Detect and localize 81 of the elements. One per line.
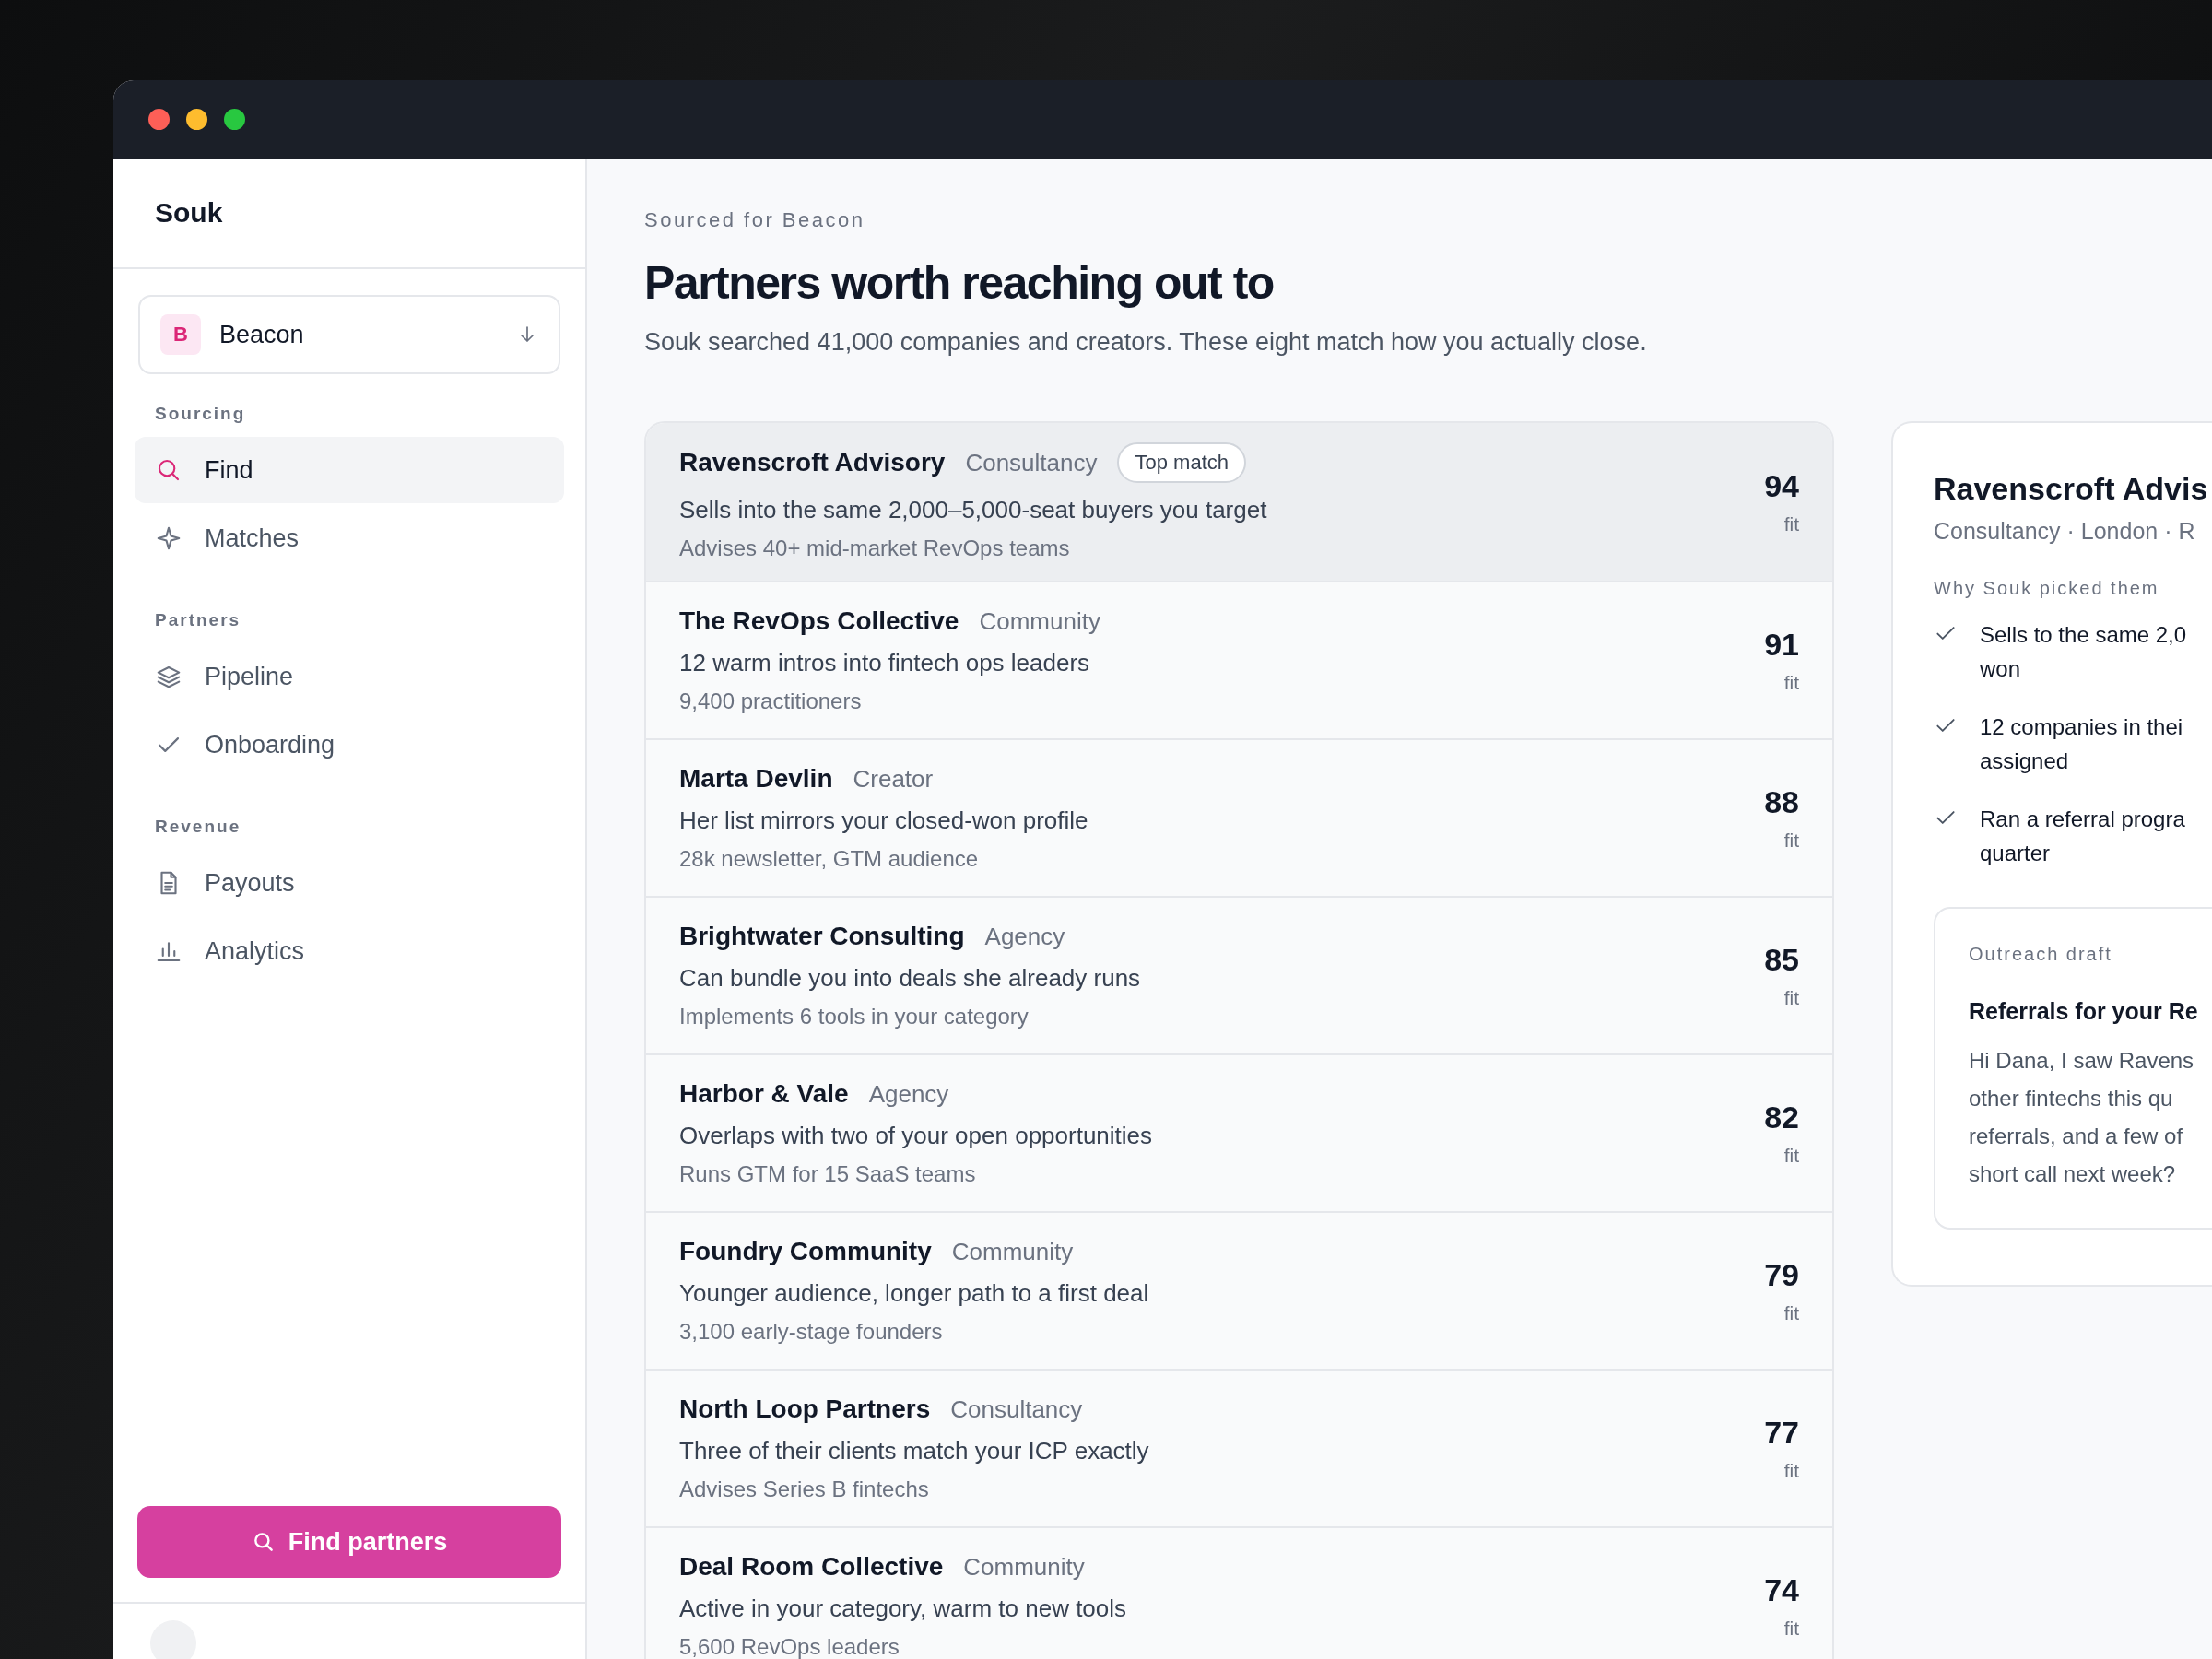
partner-meta: 28k newsletter, GTM audience <box>679 846 980 872</box>
partner-reason: Active in your category, warm to new tools <box>679 1594 1128 1623</box>
page-eyebrow: Sourced for Beacon <box>644 208 866 232</box>
partner-type: Community <box>963 1552 1085 1582</box>
detail-subtitle: Consultancy · London · R <box>1934 518 2196 545</box>
nav-item[interactable]: Onboarding <box>135 712 564 778</box>
partner-name: The RevOps Collective <box>679 606 959 636</box>
workspace-selector[interactable]: B Beacon <box>138 295 560 374</box>
partner-type: Consultancy <box>950 1394 1083 1424</box>
maximize-button[interactable] <box>224 109 245 130</box>
fit-score: 91 <box>1764 627 1799 663</box>
reason-text: 12 companies in thei assigned <box>1980 713 2183 775</box>
fit-label: fit <box>1783 513 1799 535</box>
partner-name: Deal Room Collective <box>679 1552 944 1582</box>
partner-meta: Advises 40+ mid-market RevOps teams <box>679 535 1071 561</box>
partner-reason: Sells into the same 2,000–5,000-seat buyers you target <box>679 496 1268 524</box>
section-label: Sourcing <box>154 403 247 425</box>
fit-label: fit <box>1783 1618 1799 1640</box>
partner-meta: Implements 6 tools in your category <box>679 1004 1030 1030</box>
reason-text: Ran a referral progra quarter <box>1980 806 2185 867</box>
partner-name: Foundry Community <box>679 1237 932 1266</box>
match-badge: Top match <box>1117 442 1246 483</box>
partner-type: Community <box>979 606 1100 636</box>
page-subtitle: Souk searched 41,000 companies and creators. These eight match how you actually close. <box>644 328 1648 357</box>
fit-score: 82 <box>1764 1100 1799 1135</box>
fit-label: fit <box>1783 1145 1799 1167</box>
partner-type: Agency <box>868 1079 949 1109</box>
partner-name: Ravenscroft Advisory <box>679 448 946 477</box>
section-label: Outreach draft <box>1969 944 2113 965</box>
fit-label: fit <box>1783 987 1799 1009</box>
fit-label: fit <box>1783 1302 1799 1324</box>
partner-reason: 12 warm intros into fintech ops leaders <box>679 649 1091 677</box>
fit-score: 79 <box>1764 1257 1799 1293</box>
nav-item[interactable]: Pipeline <box>135 643 564 710</box>
partner-name: Marta Devlin <box>679 764 833 794</box>
minimize-button[interactable] <box>186 109 207 130</box>
partner-row[interactable]: Ravenscroft Advisory Consultancy Top match Sells into the same 2,000–5,000-seat buyers you target Advises 40+ mid-market RevOps teams 94 fit <box>646 423 1832 581</box>
partner-meta: Advises Series B fintechs <box>679 1477 930 1502</box>
nav-item[interactable]: Analytics <box>135 918 564 984</box>
nav-item[interactable]: Payouts <box>135 850 564 916</box>
partner-meta: Runs GTM for 15 SaaS teams <box>679 1161 977 1187</box>
draft-body: Hi Dana, I saw Ravens other fintechs this qu referrals, and a few of short call next week? <box>1969 1047 2195 1188</box>
draft-subject: Referrals for your Re <box>1969 998 2199 1025</box>
partner-reason: Younger audience, longer path to a first deal <box>679 1279 1150 1308</box>
workspace-avatar: B <box>160 314 201 355</box>
partner-reason: Three of their clients match your ICP exactly <box>679 1437 1150 1465</box>
fit-label: fit <box>1783 672 1799 694</box>
page-title: Partners worth reaching out to <box>644 256 1275 310</box>
partner-reason: Her list mirrors your closed-won profile <box>679 806 1089 835</box>
partner-meta: 3,100 early-stage founders <box>679 1319 944 1345</box>
partner-reason: Can bundle you into deals she already runs <box>679 964 1142 993</box>
fit-score: 94 <box>1764 468 1799 504</box>
section-label: Why Souk picked them <box>1934 578 2160 599</box>
fit-score: 88 <box>1764 784 1799 820</box>
fit-score: 74 <box>1764 1572 1799 1608</box>
partner-type: Agency <box>984 922 1065 951</box>
partner-meta: 9,400 practitioners <box>679 688 863 714</box>
partner-name: Brightwater Consulting <box>679 922 965 951</box>
close-button[interactable] <box>148 109 170 130</box>
nav-item[interactable]: Find <box>135 437 564 503</box>
partner-type: Creator <box>853 764 934 794</box>
partner-name: North Loop Partners <box>679 1394 931 1424</box>
partner-reason: Overlaps with two of your open opportunities <box>679 1122 1154 1150</box>
fit-score: 85 <box>1764 942 1799 978</box>
reason-text: Sells to the same 2,0 won <box>1980 621 2187 683</box>
find-partners-button[interactable]: Find partners <box>137 1506 561 1578</box>
brand-name: Souk <box>155 197 223 229</box>
fit-label: fit <box>1783 1460 1799 1482</box>
fit-label: fit <box>1783 830 1799 852</box>
partner-row[interactable]: Deal Room Collective Community Active in your category, warm to new tools 5,600 RevOps leaders 74 fit <box>646 1526 1832 1659</box>
detail-title: Ravenscroft Advis <box>1934 471 2209 507</box>
fit-score: 77 <box>1764 1415 1799 1451</box>
workspace-name: Beacon <box>219 320 305 349</box>
partner-name: Harbor & Vale <box>679 1079 849 1109</box>
section-label: Partners <box>154 609 242 631</box>
sparkle-icon <box>155 524 182 552</box>
nav-item[interactable]: Matches <box>135 505 564 571</box>
partner-type: Community <box>951 1237 1074 1266</box>
partner-meta: 5,600 RevOps leaders <box>679 1634 900 1659</box>
partner-type: Consultancy <box>965 448 1098 477</box>
section-label: Revenue <box>154 816 242 838</box>
